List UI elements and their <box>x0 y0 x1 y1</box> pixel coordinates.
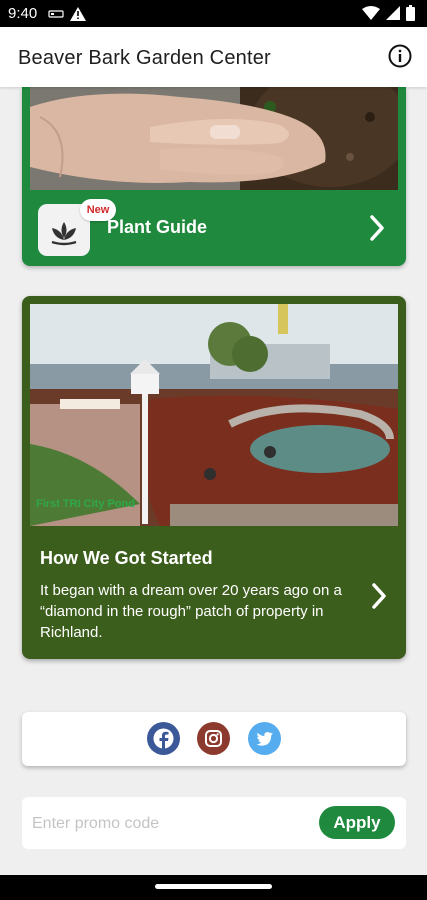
chevron-right-icon <box>372 583 386 609</box>
home-gesture-handle[interactable] <box>155 884 272 889</box>
sim-icon <box>48 10 64 18</box>
chevron-right-icon <box>370 215 384 241</box>
plant-guide-row[interactable]: New Plant Guide <box>22 190 406 266</box>
system-nav-bar <box>0 875 427 900</box>
info-button[interactable] <box>387 43 413 69</box>
plant-guide-photo <box>30 87 398 190</box>
plant-guide-app-icon: New <box>38 199 116 256</box>
instagram-icon <box>205 730 222 747</box>
facebook-button[interactable] <box>147 722 180 755</box>
info-icon <box>388 44 412 68</box>
social-links-card <box>22 712 406 766</box>
facebook-icon <box>153 728 174 749</box>
twitter-button[interactable] <box>248 722 281 755</box>
plant-guide-label: Plant Guide <box>107 217 208 237</box>
app-bar: Beaver Bark Garden Center <box>0 27 427 87</box>
plant-guide-card[interactable]: New Plant Guide <box>22 87 406 266</box>
wifi-icon <box>362 6 380 20</box>
promo-code-input[interactable] <box>30 807 304 841</box>
twitter-icon <box>256 732 273 746</box>
apply-button[interactable]: Apply <box>319 806 395 839</box>
status-time: 9:40 <box>8 5 38 22</box>
promo-code-bar: Apply <box>22 797 406 849</box>
signal-icon <box>386 6 400 20</box>
story-title: How We Got Started <box>40 548 213 568</box>
how-we-started-card[interactable]: First TRI City Pond How We Got Started I… <box>22 296 406 659</box>
status-bar: 9:40 <box>0 0 427 27</box>
story-body: It began with a dream over 20 years ago … <box>40 582 342 641</box>
garden-pond-photo: First TRI City Pond <box>30 304 398 526</box>
alert-icon <box>70 7 86 21</box>
app-title: Beaver Bark Garden Center <box>18 47 271 69</box>
battery-icon <box>406 5 415 21</box>
photo-caption: First TRI City Pond <box>36 498 135 510</box>
instagram-button[interactable] <box>197 722 230 755</box>
